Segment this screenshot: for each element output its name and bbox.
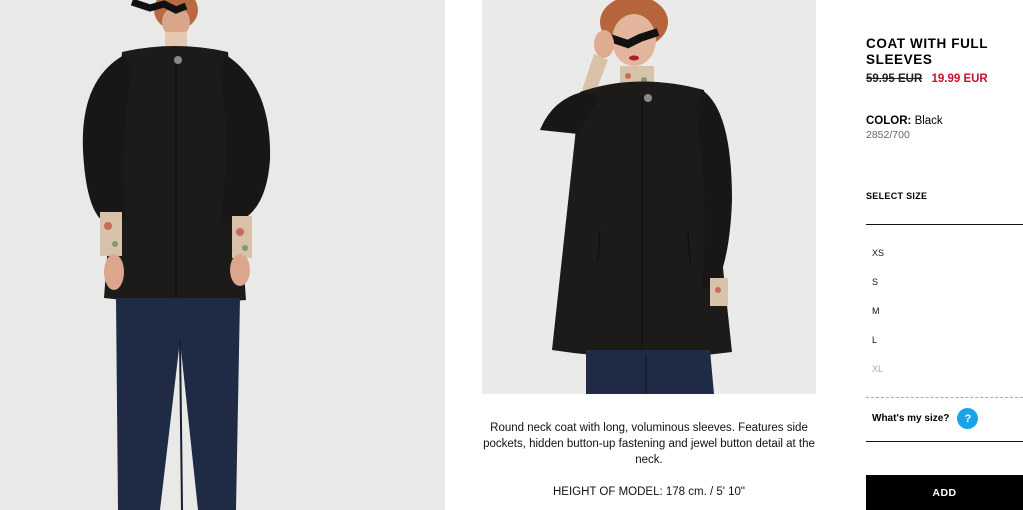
size-option-xs[interactable]: XS — [872, 239, 884, 268]
model-height: HEIGHT OF MODEL: 178 cm. / 5' 10" — [552, 486, 746, 498]
product-description: Round neck coat with long, voluminous sl… — [482, 420, 816, 500]
help-icon[interactable]: ? — [957, 408, 979, 429]
size-divider — [866, 224, 1023, 225]
color-label: COLOR: — [866, 115, 912, 127]
whats-my-size-label: What's my size? — [872, 413, 950, 424]
select-size-label: SELECT SIZE — [866, 191, 928, 201]
size-option-xl[interactable]: XL — [872, 355, 884, 384]
description-text: Round neck coat with long, voluminous sl… — [483, 422, 815, 466]
product-photo-detail[interactable] — [482, 0, 816, 394]
size-option-m[interactable]: M — [872, 297, 884, 326]
sale-price: 19.99 EUR — [931, 73, 988, 85]
product-reference: 2852/700 — [866, 129, 910, 141]
color-value: Black — [914, 115, 943, 127]
price-row: 59.95 EUR 19.99 EUR — [866, 73, 988, 85]
product-info-panel: COAT WITH FULL SLEEVES 59.95 EUR 19.99 E… — [866, 0, 1023, 510]
whats-my-size-link[interactable]: What's my size? ? — [872, 408, 979, 429]
add-to-cart-button[interactable]: ADD — [866, 475, 1023, 510]
model-detail-illustration — [482, 0, 816, 394]
size-option-s[interactable]: S — [872, 268, 884, 297]
size-list: XS S M L XL — [872, 239, 884, 384]
dashed-divider — [866, 397, 1023, 398]
product-title: COAT WITH FULL SLEEVES — [866, 36, 988, 67]
model-front-illustration — [0, 0, 445, 510]
color-row: COLOR: Black — [866, 115, 943, 127]
original-price: 59.95 EUR — [866, 73, 923, 85]
product-photo-front[interactable] — [0, 0, 445, 510]
size-option-l[interactable]: L — [872, 326, 884, 355]
bottom-divider — [866, 441, 1023, 442]
